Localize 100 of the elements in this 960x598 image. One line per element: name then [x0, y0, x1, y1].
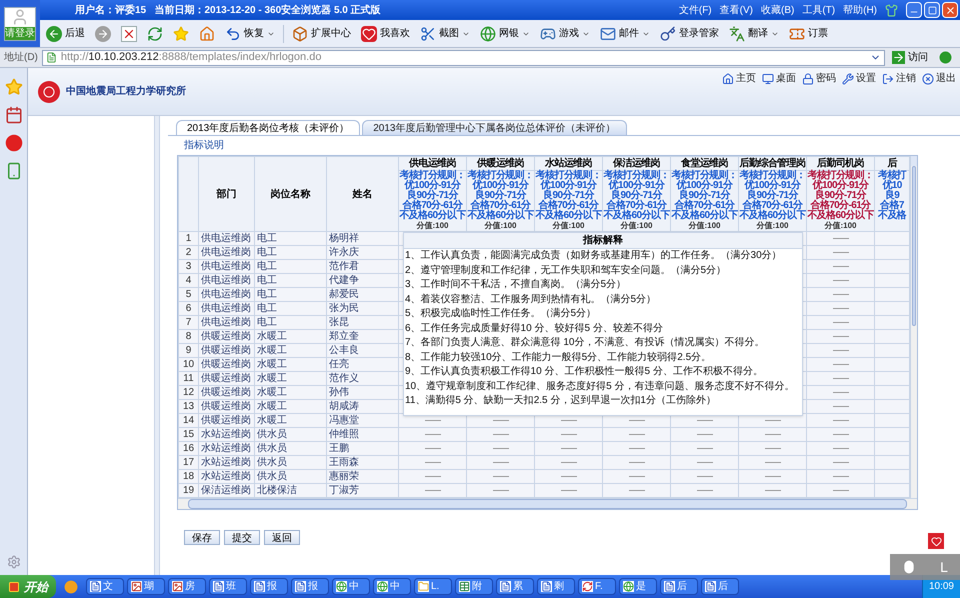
tickets-button[interactable]: 订票 [787, 22, 830, 44]
empty-score-dash [628, 462, 644, 463]
exit-link[interactable]: 退出 [922, 71, 956, 86]
taskbar-button[interactable]: 累 [496, 578, 534, 595]
taskbar-button[interactable]: 中 [332, 578, 370, 595]
settings-icon[interactable] [6, 555, 20, 569]
image-icon [172, 581, 183, 592]
login-label: 请登录 [5, 26, 35, 40]
desktop-link[interactable]: 桌面 [762, 71, 796, 86]
extensions-button[interactable]: 扩展中心 [290, 22, 353, 44]
empty-score-dash [492, 448, 508, 449]
address-field[interactable]: http://10.10.203.212:8888/templates/index/hrlogon.do [42, 50, 885, 66]
document-icon [90, 581, 101, 592]
maximize-icon [928, 6, 936, 14]
empty-score-dash [764, 434, 780, 435]
form-button[interactable]: 保存 [184, 530, 220, 545]
taskbar-button[interactable]: 班 [209, 578, 247, 595]
password-button[interactable]: 登录管家 [658, 22, 721, 44]
logout-link[interactable]: 注销 [882, 71, 916, 86]
indicator-link[interactable]: 指标说明 [184, 138, 224, 153]
vertical-scrollbar[interactable] [910, 156, 917, 498]
password-link[interactable]: 密码 [802, 71, 836, 86]
taskbar-button[interactable]: 剩 [537, 578, 575, 595]
scoring-rule: 考核打分规则： [808, 171, 874, 181]
scissors-icon [420, 26, 436, 42]
menu-item[interactable]: 文件(F) [678, 2, 712, 18]
tab[interactable]: 2013年度后勤各岗位考核（未评价） [176, 120, 360, 135]
popup-line: 6、工作任务完成质量好得10 分、较好得5 分、较差不得分 [404, 322, 664, 336]
empty-score-dash [560, 462, 576, 463]
close-icon [944, 4, 956, 16]
globe-icon [336, 581, 347, 592]
taskbar-button[interactable]: 房 [168, 578, 206, 595]
star-icon[interactable] [4, 78, 22, 96]
menu-item[interactable]: 收藏(B) [760, 2, 794, 18]
scoring-rule: 合格70分-61分 [538, 201, 599, 211]
windows-logo-icon [8, 580, 20, 592]
scoring-rule: 合格70分-61分 [606, 201, 667, 211]
scoring-rule: 不及格60分以下 [468, 211, 534, 221]
shirt-icon[interactable] [885, 4, 898, 16]
menu-item[interactable]: 查看(V) [720, 2, 753, 18]
home-link[interactable]: 主页 [722, 71, 756, 86]
taskbar-button[interactable]: 报 [291, 578, 329, 595]
post-name: 后勤综合管理岗 [740, 158, 806, 171]
restore-button[interactable]: 恢复 [223, 22, 277, 44]
empty-score-dash [832, 490, 848, 491]
post-name: 供电运维岗 [400, 158, 466, 171]
minimize-button[interactable] [906, 2, 922, 18]
maximize-button[interactable] [924, 2, 940, 18]
bank-button[interactable]: 网银 [478, 22, 532, 44]
taskbar-button[interactable]: 瑚 [127, 578, 165, 595]
scoring-rule: 优100分-91分 [540, 181, 596, 191]
scoring-rule: 不及格60分以下 [740, 211, 806, 221]
like-button[interactable]: 我喜欢 [359, 22, 412, 44]
horizontal-scrollbar[interactable] [178, 498, 917, 509]
mail-button[interactable]: 邮件 [598, 22, 652, 44]
back-button[interactable]: 后退 [44, 22, 87, 44]
screenshot-button[interactable]: 截图 [418, 22, 472, 44]
popup-line: 2、遵守管理制度和工作纪律，无工作失职和驾车安全问题。（满分5分） [404, 264, 728, 278]
menu-item[interactable]: 工具(T) [802, 2, 836, 18]
document-icon [213, 581, 224, 592]
taskbar-button[interactable]: F. [578, 578, 616, 595]
tab[interactable]: 2013年度后勤管理中心下属各岗位总体评价（未评价） [362, 120, 626, 135]
post-name: 保洁运维岗 [604, 158, 670, 171]
form-button[interactable]: 提交 [224, 530, 260, 545]
empty-score-dash [832, 350, 848, 351]
favorite-badge[interactable] [928, 533, 944, 549]
folder-icon [418, 581, 429, 592]
taskbar-button[interactable]: 文 [86, 578, 124, 595]
taskbar-button[interactable]: 中 [373, 578, 411, 595]
document-icon [541, 581, 552, 592]
scoring-rule: 考核打分规则： [536, 171, 602, 181]
games-button[interactable]: 游戏 [538, 22, 592, 44]
quick-launch-icon[interactable] [64, 580, 78, 594]
taskbar-button[interactable]: 后 [701, 578, 739, 595]
monitor-icon [762, 72, 774, 84]
taskbar-button[interactable]: L. [414, 578, 452, 595]
menu-item[interactable]: 帮助(H) [843, 2, 877, 18]
empty-score-dash [424, 476, 440, 477]
taskbar-button[interactable]: 附 [455, 578, 493, 595]
taskbar-button[interactable]: 是 [619, 578, 657, 595]
taskbar-button[interactable]: 后 [660, 578, 698, 595]
star-icon [173, 26, 189, 42]
translate-button[interactable]: 翻译 [727, 22, 781, 44]
scoring-rule: 不及格60分以下 [604, 211, 670, 221]
scoring-rule: 不及格60分以下 [808, 211, 874, 221]
empty-score-dash [560, 434, 576, 435]
empty-score-dash [832, 476, 848, 477]
scoring-rule: 考核打分规则： [604, 171, 670, 181]
empty-score-dash [492, 462, 508, 463]
taskbar-button[interactable]: 报 [250, 578, 288, 595]
login-avatar[interactable]: 请登录 [4, 6, 36, 40]
key-icon [660, 26, 676, 42]
calendar-icon[interactable] [4, 106, 22, 124]
close-button[interactable] [942, 2, 958, 18]
go-button[interactable]: 访问 [889, 50, 931, 65]
scoring-rule: 考核打分规则： [672, 171, 738, 181]
scoring-rule: 合格7 [880, 201, 904, 211]
settings-link[interactable]: 设置 [842, 71, 876, 86]
form-button[interactable]: 返回 [264, 530, 300, 545]
empty-score-dash [696, 434, 712, 435]
